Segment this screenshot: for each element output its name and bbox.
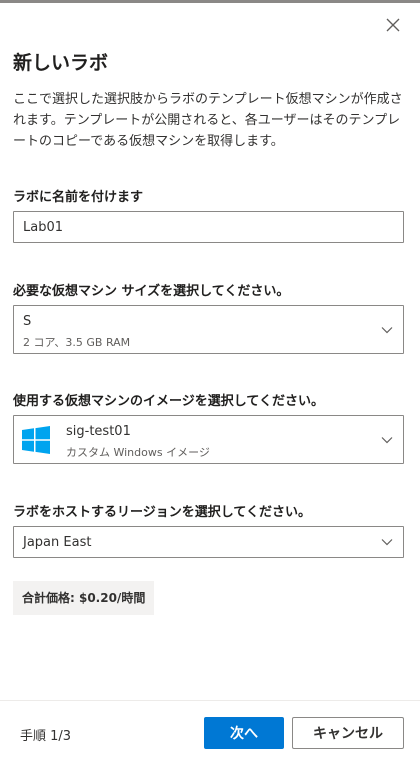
vm-size-label: 必要な仮想マシン サイズを選択してください。 (13, 284, 290, 299)
lab-name-label: ラボに名前を付けます (13, 190, 144, 205)
vm-image-detail: カスタム Windows イメージ (66, 446, 210, 459)
vm-image-selected: sig-test01 (66, 424, 131, 439)
vm-size-detail: 2 コア、3.5 GB RAM (23, 336, 131, 349)
panel-title: 新しいラボ (13, 52, 109, 74)
region-selected: Japan East (23, 535, 92, 550)
vm-image-label: 使用する仮想マシンのイメージを選択してください。 (13, 394, 324, 409)
panel-description: ここで選択した選択肢からラボのテンプレート仮想マシンが作成されます。テンプレート… (13, 92, 403, 149)
total-price-badge: 合計価格: $0.20/時間 (13, 581, 155, 615)
region-label: ラボをホストするリージョンを選択してください。 (13, 505, 311, 520)
close-icon (386, 18, 400, 32)
lab-name-input[interactable] (13, 211, 404, 243)
vm-size-selected: S (23, 314, 32, 329)
vm-size-dropdown[interactable]: S 2 コア、3.5 GB RAM (13, 305, 404, 354)
cancel-button[interactable]: キャンセル (292, 717, 404, 749)
chevron-down-icon (381, 436, 393, 443)
region-dropdown[interactable]: Japan East (13, 526, 404, 558)
panel-top-border (0, 0, 420, 3)
vm-image-dropdown[interactable]: sig-test01 カスタム Windows イメージ (13, 415, 404, 464)
windows-logo-icon (22, 426, 50, 454)
next-button[interactable]: 次へ (204, 717, 284, 749)
footer-divider (0, 700, 420, 701)
close-button[interactable] (384, 16, 402, 34)
step-indicator: 手順 1/3 (20, 729, 72, 744)
chevron-down-icon (381, 539, 393, 546)
chevron-down-icon (381, 326, 393, 333)
